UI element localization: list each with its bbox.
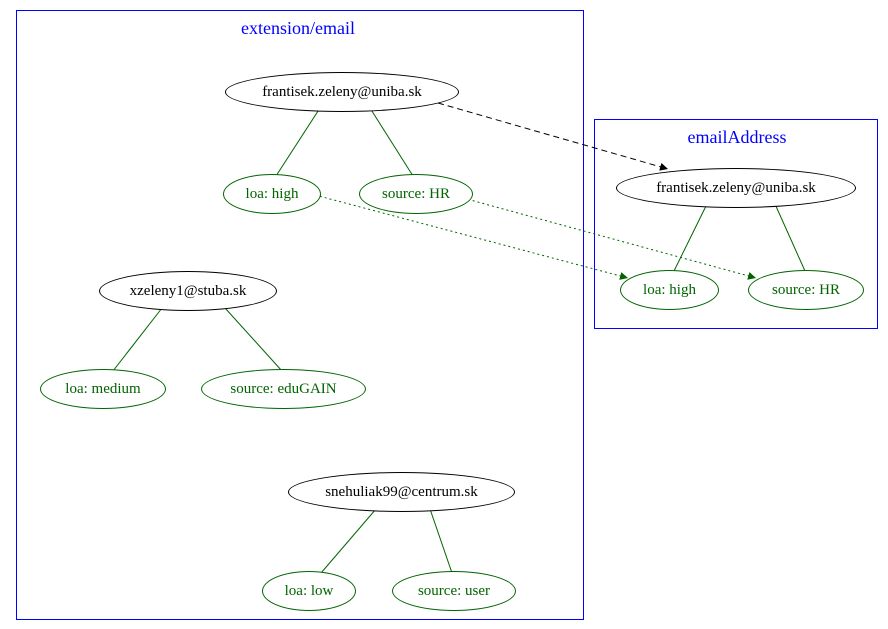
- loa-node-2-label: loa: medium: [65, 381, 140, 398]
- email-node-2: xzeleny1@stuba.sk: [99, 271, 277, 311]
- loa-node-1-label: loa: high: [246, 186, 299, 203]
- source-node-right: source: HR: [748, 270, 864, 310]
- loa-node-1: loa: high: [223, 174, 321, 214]
- email-node-right-label: frantisek.zeleny@uniba.sk: [656, 180, 816, 197]
- email-node-3-label: snehuliak99@centrum.sk: [325, 484, 478, 501]
- source-node-3: source: user: [392, 571, 516, 611]
- loa-node-3: loa: low: [262, 571, 356, 611]
- cluster-emailaddress-label: emailAddress: [652, 127, 822, 148]
- email-node-2-label: xzeleny1@stuba.sk: [130, 283, 247, 300]
- source-node-1-label: source: HR: [382, 186, 450, 203]
- loa-node-3-label: loa: low: [285, 583, 334, 600]
- email-node-right: frantisek.zeleny@uniba.sk: [616, 168, 856, 208]
- source-node-2: source: eduGAIN: [201, 369, 366, 409]
- email-node-3: snehuliak99@centrum.sk: [288, 472, 515, 512]
- source-node-1: source: HR: [359, 174, 473, 214]
- cluster-extension-email-label: extension/email: [208, 18, 388, 39]
- loa-node-right-label: loa: high: [643, 282, 696, 299]
- email-node-1: frantisek.zeleny@uniba.sk: [225, 72, 459, 112]
- source-node-right-label: source: HR: [772, 282, 840, 299]
- source-node-2-label: source: eduGAIN: [230, 381, 336, 398]
- loa-node-right: loa: high: [620, 270, 719, 310]
- loa-node-2: loa: medium: [40, 369, 166, 409]
- email-node-1-label: frantisek.zeleny@uniba.sk: [262, 84, 422, 101]
- source-node-3-label: source: user: [418, 583, 490, 600]
